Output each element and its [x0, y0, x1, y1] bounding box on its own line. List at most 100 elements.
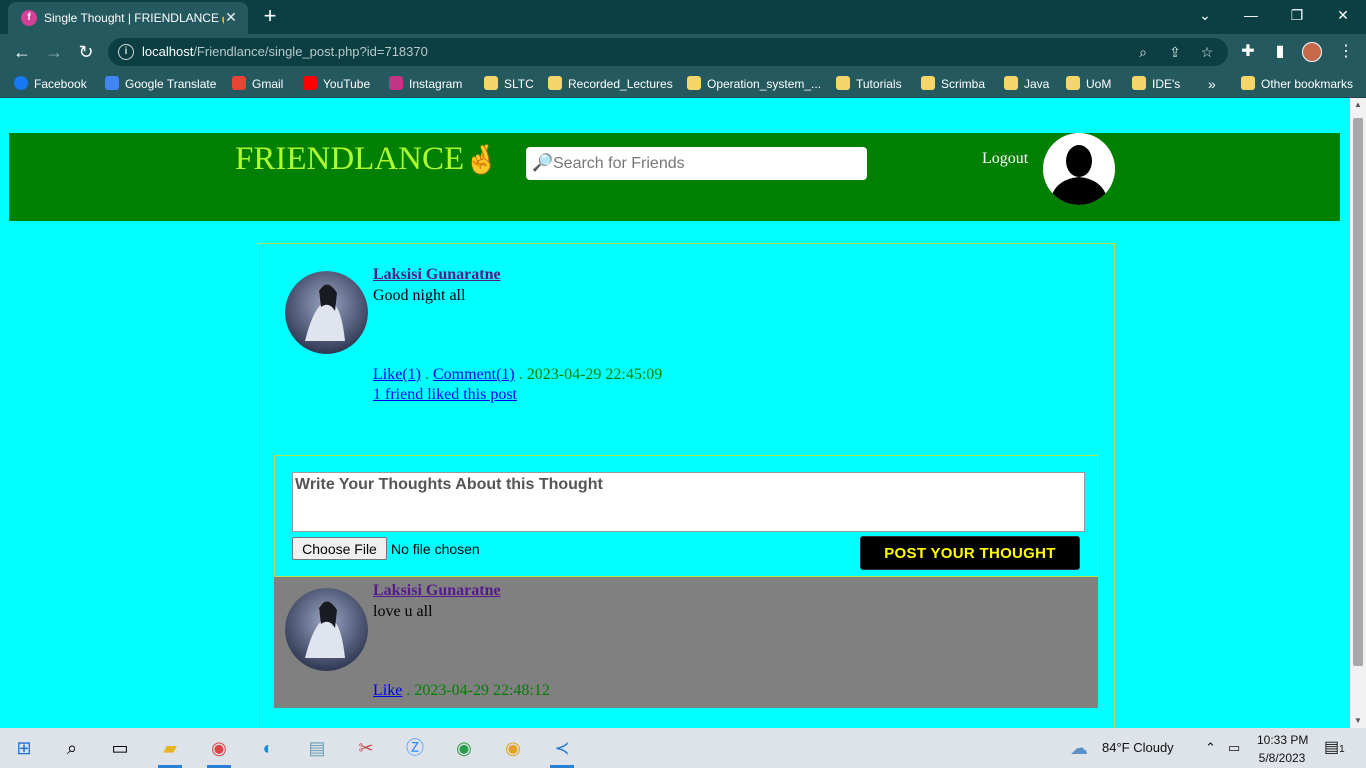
folder-icon — [484, 76, 498, 90]
bookmark-recorded-lectures[interactable]: Recorded_Lectures — [548, 75, 673, 93]
site-info-icon[interactable]: i — [118, 44, 134, 60]
folder-icon — [921, 76, 935, 90]
post-meta: Like(1) . Comment(1) . 2023-04-29 22:45:… — [373, 366, 663, 383]
back-icon[interactable]: ← — [10, 40, 34, 64]
bookmark-ides[interactable]: IDE's — [1132, 75, 1180, 93]
post-author-avatar[interactable] — [285, 271, 368, 354]
profile-avatar[interactable] — [1302, 42, 1322, 62]
notifications-icon[interactable]: ▤1 — [1324, 728, 1345, 768]
bookmark-gmail[interactable]: Gmail — [232, 75, 283, 93]
bookmark-scrimba[interactable]: Scrimba — [921, 75, 985, 93]
like-link[interactable]: Like(1) — [373, 366, 421, 383]
friend-search: 🔎 — [526, 147, 867, 180]
page-scrollbar[interactable]: ▲ ▼ — [1350, 98, 1366, 728]
bookmarks-bar: Facebook Google Translate Gmail YouTube … — [0, 70, 1366, 98]
comment-author-avatar[interactable] — [285, 588, 368, 671]
youtube-icon — [303, 76, 317, 90]
url-text[interactable]: localhost/Friendlance/single_post.php?id… — [142, 44, 428, 59]
comment-textarea[interactable] — [292, 472, 1085, 532]
page-viewport: FRIENDLANCE🤞 🔎 Logout Laksisi Gunaratne — [0, 98, 1350, 728]
clock[interactable]: 10:33 PM 5/8/2023 — [1257, 728, 1308, 768]
logout-link[interactable]: Logout — [982, 150, 1028, 168]
folder-icon — [548, 76, 562, 90]
folder-icon — [1132, 76, 1146, 90]
post-container: Laksisi Gunaratne Good night all Like(1)… — [257, 243, 1115, 728]
browser-toolbar: ← → ↻ i localhost/Friendlance/single_pos… — [0, 34, 1366, 70]
bookmark-instagram[interactable]: Instagram — [389, 75, 462, 93]
bookmarks-overflow-icon[interactable]: » — [1208, 75, 1216, 93]
notepad-icon[interactable]: ▤ — [297, 732, 337, 764]
side-panel-icon[interactable]: ▮ — [1268, 40, 1292, 64]
folder-icon — [836, 76, 850, 90]
tab-search-icon[interactable]: ⌄ — [1182, 0, 1228, 32]
bookmark-facebook[interactable]: Facebook — [14, 75, 87, 93]
search-icon[interactable]: ⌕ — [52, 732, 92, 764]
bookmark-uom[interactable]: UoM — [1066, 75, 1111, 93]
facebook-icon — [14, 76, 28, 90]
comment-text: love u all — [373, 603, 433, 620]
comment-link[interactable]: Comment(1) — [433, 366, 515, 383]
file-status: No file chosen — [391, 541, 480, 557]
post-thought-button[interactable]: POST YOUR THOUGHT — [860, 536, 1080, 570]
windows-start-icon[interactable]: ⊞ — [4, 732, 44, 764]
translate-icon — [105, 76, 119, 90]
folder-icon — [1004, 76, 1018, 90]
weather-text[interactable]: 84°F Cloudy — [1102, 728, 1174, 768]
bookmark-sltc[interactable]: SLTC — [484, 75, 534, 93]
folder-icon — [687, 76, 701, 90]
snipping-tool-icon[interactable]: ✂ — [346, 732, 386, 764]
bookmark-google-translate[interactable]: Google Translate — [105, 75, 216, 93]
reload-icon[interactable]: ↻ — [74, 40, 98, 64]
post-author-name[interactable]: Laksisi Gunaratne — [373, 266, 501, 284]
address-bar[interactable]: i localhost/Friendlance/single_post.php?… — [108, 38, 1228, 66]
windows-taskbar: ⊞ ⌕ ▭ ▰ ◉ ◐ ▤ ✂ Ⓩ ◉ ◉ ≺ ☁ 84°F Cloudy ⌃ … — [0, 728, 1366, 768]
liked-by-link[interactable]: 1 friend liked this post — [373, 386, 517, 404]
post-text: Good night all — [373, 287, 466, 304]
edge-icon[interactable]: ◐ — [248, 732, 288, 764]
folder-icon — [1066, 76, 1080, 90]
weather-cloud-icon[interactable]: ☁ — [1070, 728, 1088, 768]
bookmark-youtube[interactable]: YouTube — [303, 75, 370, 93]
profile-avatar[interactable] — [1043, 133, 1115, 205]
file-explorer-icon[interactable]: ▰ — [150, 732, 190, 768]
network-icon[interactable]: ▭ — [1228, 728, 1240, 768]
avatar-image — [285, 271, 368, 354]
bookmark-java[interactable]: Java — [1004, 75, 1049, 93]
bookmark-tutorials[interactable]: Tutorials — [836, 75, 902, 93]
choose-file-button[interactable]: Choose File — [292, 537, 387, 560]
crossed-fingers-icon: 🤞 — [464, 145, 500, 176]
instagram-icon — [389, 76, 403, 90]
close-tab-icon[interactable]: ✕ — [222, 8, 240, 26]
menu-icon[interactable]: ⋮ — [1334, 40, 1358, 64]
tray-chevron-icon[interactable]: ⌃ — [1205, 728, 1216, 768]
comment-timestamp: 2023-04-29 22:48:12 — [414, 682, 550, 699]
chrome-icon[interactable]: ◉ — [199, 732, 239, 768]
bookmark-star-icon[interactable]: ☆ — [1196, 42, 1218, 62]
scroll-down-icon[interactable]: ▼ — [1350, 714, 1366, 728]
minimize-icon[interactable]: — — [1228, 0, 1274, 32]
scrollbar-thumb[interactable] — [1353, 118, 1363, 666]
chrome-alt-icon[interactable]: ◉ — [493, 732, 533, 764]
extensions-icon[interactable]: ✚ — [1236, 40, 1260, 64]
zoom-app-icon[interactable]: Ⓩ — [395, 732, 435, 764]
post-timestamp: 2023-04-29 22:45:09 — [526, 366, 663, 383]
person-silhouette-icon — [1043, 133, 1115, 205]
search-input[interactable] — [553, 147, 858, 180]
task-view-icon[interactable]: ▭ — [100, 732, 140, 764]
restore-icon[interactable]: ❐ — [1274, 0, 1320, 32]
vscode-icon[interactable]: ≺ — [542, 732, 582, 768]
other-bookmarks[interactable]: Other bookmarks — [1241, 75, 1353, 93]
comment-author-name[interactable]: Laksisi Gunaratne — [373, 582, 501, 600]
scroll-up-icon[interactable]: ▲ — [1350, 98, 1366, 112]
comment-item: Laksisi Gunaratne love u all Like . 2023… — [274, 577, 1098, 708]
chrome-profile-icon[interactable]: ◉ — [444, 732, 484, 764]
window-close-icon[interactable]: ✕ — [1320, 0, 1366, 32]
site-logo[interactable]: FRIENDLANCE🤞 — [235, 141, 499, 178]
bookmark-operation-system[interactable]: Operation_system_... — [687, 75, 821, 93]
comment-like-link[interactable]: Like — [373, 682, 402, 699]
share-icon[interactable]: ⇪ — [1164, 42, 1186, 62]
browser-tab[interactable]: f Single Thought | FRIENDLANCE✌ ✕ — [8, 2, 248, 34]
forward-icon[interactable]: → — [42, 40, 66, 64]
zoom-icon[interactable]: ⌕ — [1132, 42, 1154, 62]
new-tab-icon[interactable]: + — [258, 5, 282, 29]
